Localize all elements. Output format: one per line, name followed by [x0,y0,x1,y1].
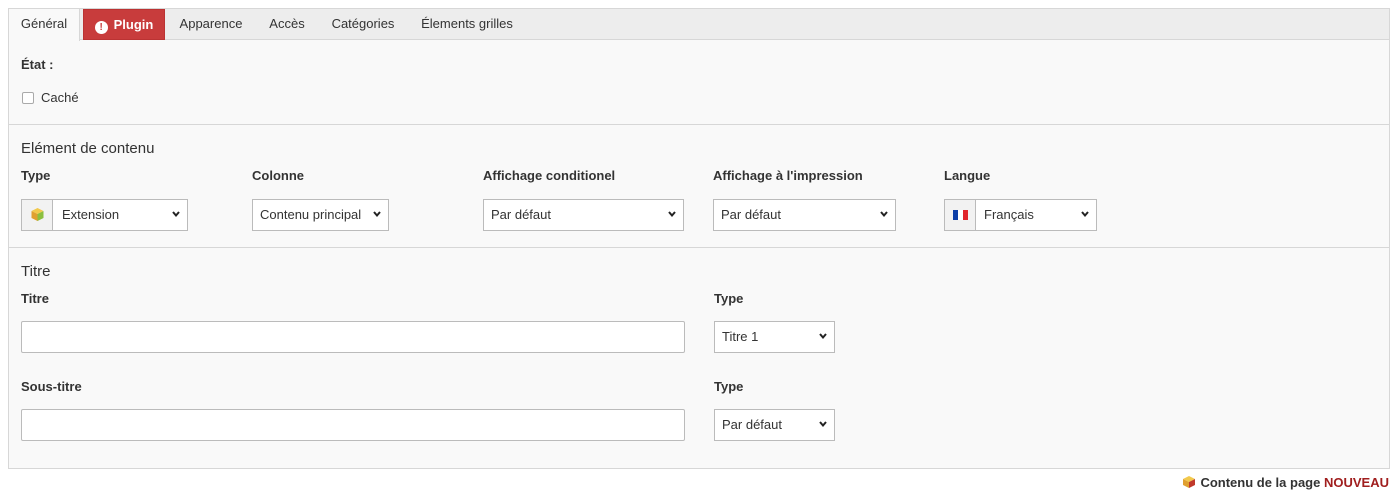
hidden-checkbox[interactable] [22,92,34,104]
divider [9,124,1389,125]
title-type-select[interactable]: Titre 1 [714,321,835,353]
column-select-value: Contenu principal [260,207,362,222]
tab-general[interactable]: Général [9,9,80,41]
subtitle-input[interactable] [21,409,685,441]
subtitle-type-select[interactable]: Par défaut [714,409,835,441]
print-display-value: Par défaut [721,207,781,222]
divider [9,247,1389,248]
footer-text: Contenu de la page [1200,475,1321,490]
content-cube-icon [1183,476,1196,488]
tab-categories[interactable]: Catégories [324,9,402,40]
error-icon: ! [94,21,108,34]
record-footer: Contenu de la page NOUVEAU [1182,475,1389,490]
content-element-section-title: Elément de contenu [21,140,155,157]
extension-cube-icon [22,200,53,230]
title-section-title: Titre [21,263,51,280]
column-label: Colonne [252,168,304,183]
conditional-display-value: Par défaut [491,207,551,222]
tab-access[interactable]: Accès [260,9,314,40]
subtitle-label: Sous-titre [21,379,82,394]
type-select[interactable]: Extension [21,199,188,231]
title-type-value: Titre 1 [722,329,759,344]
chevron-down-icon [1081,211,1089,218]
print-display-label: Affichage à l'impression [713,168,863,183]
flag-fr-icon [945,200,976,230]
language-select[interactable]: Français [944,199,1097,231]
tab-appearance[interactable]: Apparence [172,9,250,40]
language-label: Langue [944,168,991,183]
tab-plugin-label: Plugin [113,17,154,32]
chevron-down-icon [172,211,180,218]
tab-categories-label: Catégories [331,16,395,31]
tab-general-label: Général [20,16,68,31]
state-heading: État : [21,57,54,72]
tab-appearance-label: Apparence [179,16,243,31]
type-label: Type [21,168,51,183]
chevron-down-icon [819,421,827,428]
subtitle-type-value: Par défaut [722,417,782,432]
conditional-display-label: Affichage conditionel [483,168,616,183]
title-label: Titre [21,291,49,306]
chevron-down-icon [819,333,827,340]
new-badge: NOUVEAU [1323,475,1389,490]
chevron-down-icon [373,211,381,218]
content-element-form: Général ! Plugin Apparence Accès Catégori… [8,8,1390,469]
title-input[interactable] [21,321,685,353]
chevron-down-icon [668,211,676,218]
type-select-value: Extension [62,207,120,222]
language-select-value: Français [984,207,1034,222]
conditional-display-select[interactable]: Par défaut [483,199,684,231]
tab-plugin[interactable]: ! Plugin [83,9,165,40]
tab-grid-elements[interactable]: Élements grilles [412,9,522,40]
tab-grid-elements-label: Élements grilles [421,16,513,31]
hidden-label: Caché [41,90,79,105]
title-type-label: Type [714,291,744,306]
print-display-select[interactable]: Par défaut [713,199,896,231]
subtitle-type-label: Type [714,379,744,394]
tab-bar: Général ! Plugin Apparence Accès Catégori… [9,9,1389,41]
tab-access-label: Accès [269,16,305,31]
chevron-down-icon [880,211,888,218]
column-select[interactable]: Contenu principal [252,199,389,231]
